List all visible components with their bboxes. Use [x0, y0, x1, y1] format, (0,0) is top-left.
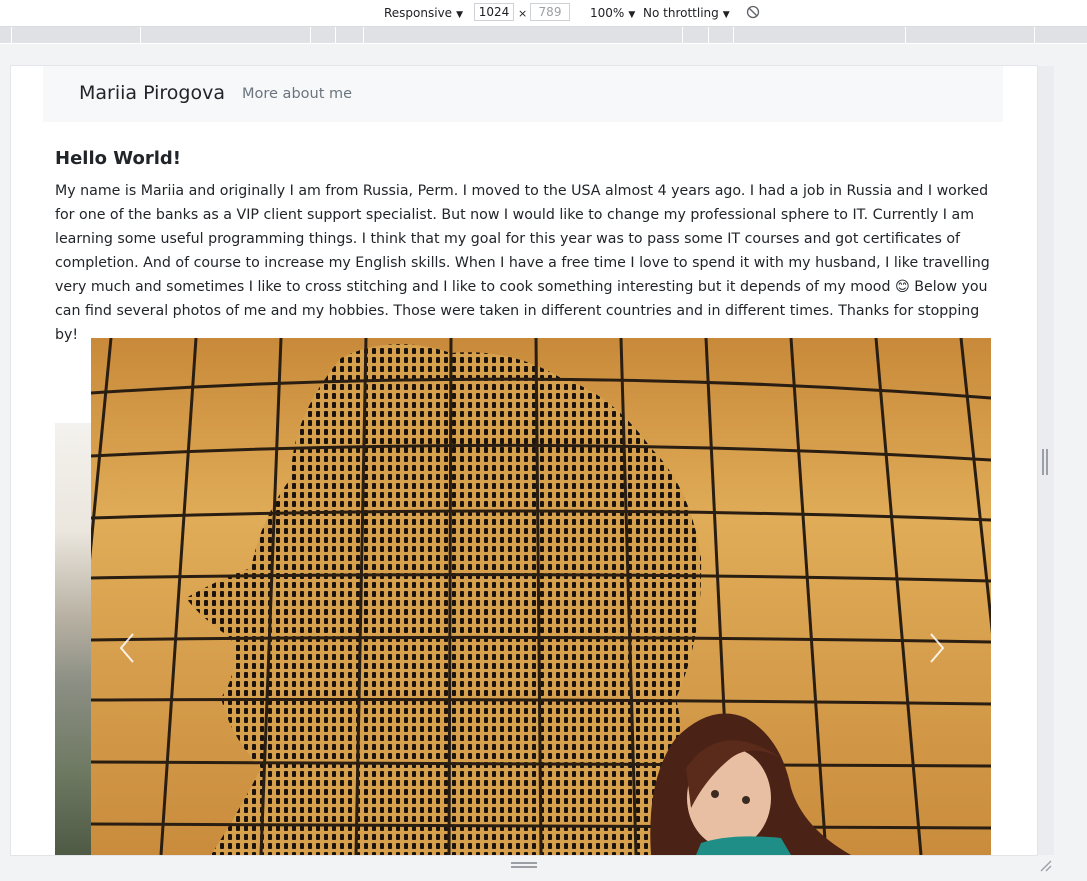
media-query-segment[interactable] [141, 27, 311, 43]
page-viewport: Mariia Pirogova More about me Hello Worl… [11, 66, 1037, 855]
zoom-select-label: 100% [590, 6, 625, 20]
media-query-segment[interactable] [906, 27, 1035, 43]
media-query-segment[interactable] [12, 27, 141, 43]
previous-slide-photo [55, 423, 91, 855]
media-query-segment[interactable] [0, 27, 12, 43]
nav-link-more-about-me[interactable]: More about me [242, 86, 352, 102]
caret-down-icon: ▼ [722, 10, 730, 20]
zoom-select[interactable]: 100% ▼ [590, 5, 635, 23]
throttling-select-label: No throttling [643, 6, 719, 20]
corner-resize-handle[interactable] [1038, 858, 1052, 872]
carousel-prev-control[interactable] [107, 618, 147, 678]
height-input[interactable]: 789 [530, 3, 570, 21]
caret-down-icon: ▼ [456, 10, 463, 20]
carousel-active-slide [91, 338, 991, 855]
media-query-segment[interactable] [709, 27, 734, 43]
media-query-bar[interactable] [0, 27, 1087, 43]
navbar-brand[interactable]: Mariia Pirogova [79, 82, 225, 104]
intro-paragraph: My name is Mariia and originally I am fr… [55, 183, 990, 343]
media-query-segment[interactable] [1035, 27, 1087, 43]
media-query-segment[interactable] [311, 27, 336, 43]
dimension-separator: × [518, 7, 528, 20]
device-select-label: Responsive [384, 6, 453, 20]
rotate-icon[interactable] [746, 5, 760, 19]
throttling-select[interactable]: No throttling ▼ [643, 5, 730, 23]
right-resize-handle[interactable] [1042, 449, 1048, 475]
media-query-segment[interactable] [336, 27, 364, 43]
media-query-segment[interactable] [734, 27, 906, 43]
device-select[interactable]: Responsive ▼ [384, 5, 463, 23]
bottom-resize-handle[interactable] [511, 862, 537, 868]
navbar: Mariia Pirogova More about me [43, 66, 1003, 122]
sherlock-mural-photo [91, 338, 991, 855]
photo-carousel [55, 338, 991, 855]
page-heading: Hello World! [55, 148, 181, 169]
width-input[interactable]: 1024 [474, 3, 514, 21]
carousel-next-control[interactable] [917, 618, 957, 678]
media-query-segment[interactable] [364, 27, 683, 43]
media-query-segment[interactable] [683, 27, 709, 43]
chevron-right-icon [930, 633, 945, 663]
caret-down-icon: ▼ [628, 10, 636, 20]
devtools-device-toolbar: Responsive ▼ 1024 × 789 100% ▼ No throttli… [0, 0, 1087, 27]
chevron-left-icon [119, 633, 134, 663]
